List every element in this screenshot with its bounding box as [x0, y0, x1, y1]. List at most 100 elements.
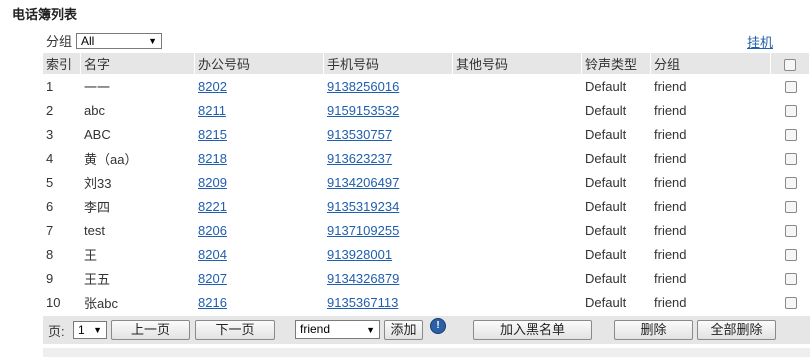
- group-filter-value: All: [81, 33, 95, 48]
- cell-index: 8: [43, 242, 81, 266]
- cell-mobile: 9134206497: [324, 170, 453, 194]
- office-number-link[interactable]: 8204: [198, 247, 227, 262]
- table-row: 9 王五 8207 9134326879 Default friend: [43, 266, 810, 290]
- cell-other: [453, 266, 582, 290]
- header-select-all: [771, 53, 810, 74]
- prev-page-button[interactable]: 上一页: [111, 320, 190, 340]
- cell-group: friend: [651, 98, 771, 122]
- page-label: 页:: [48, 324, 65, 339]
- cell-name: 王五: [81, 266, 195, 290]
- table-row: 6 李四 8221 9135319234 Default friend: [43, 194, 810, 218]
- cell-ring: Default: [582, 194, 651, 218]
- mobile-number-link[interactable]: 913623237: [327, 151, 392, 166]
- cell-office: 8221: [195, 194, 324, 218]
- cell-name: 李四: [81, 194, 195, 218]
- office-number-link[interactable]: 8206: [198, 223, 227, 238]
- office-number-link[interactable]: 8221: [198, 199, 227, 214]
- row-checkbox[interactable]: [784, 297, 797, 310]
- header-ring: 铃声类型: [582, 53, 651, 74]
- cell-other: [453, 242, 582, 266]
- row-checkbox[interactable]: [784, 225, 797, 238]
- hangup-link[interactable]: 挂机: [747, 32, 773, 51]
- mobile-number-link[interactable]: 9138256016: [327, 79, 399, 94]
- add-to-group-button[interactable]: 添加: [384, 320, 423, 340]
- cell-index: 6: [43, 194, 81, 218]
- office-number-link[interactable]: 8215: [198, 127, 227, 142]
- row-checkbox[interactable]: [784, 201, 797, 214]
- cell-name: 王: [81, 242, 195, 266]
- office-number-link[interactable]: 8218: [198, 151, 227, 166]
- chevron-down-icon: ▼: [148, 35, 158, 46]
- add-to-blacklist-button[interactable]: 加入黑名单: [473, 320, 592, 340]
- header-office: 办公号码: [195, 53, 324, 74]
- cell-other: [453, 194, 582, 218]
- cell-group: friend: [651, 218, 771, 242]
- cell-mobile: 913530757: [324, 122, 453, 146]
- chevron-down-icon: ▼: [366, 325, 375, 335]
- cell-group: friend: [651, 266, 771, 290]
- mobile-number-link[interactable]: 913530757: [327, 127, 392, 142]
- bottom-bar: [43, 348, 810, 357]
- cell-select: [771, 98, 810, 122]
- row-checkbox[interactable]: [784, 273, 797, 286]
- header-name: 名字: [81, 53, 195, 74]
- mobile-number-link[interactable]: 9134326879: [327, 271, 399, 286]
- cell-office: 8202: [195, 74, 324, 98]
- mobile-number-link[interactable]: 9135367113: [327, 295, 398, 310]
- row-checkbox[interactable]: [784, 105, 797, 118]
- cell-mobile: 9159153532: [324, 98, 453, 122]
- office-number-link[interactable]: 8216: [198, 295, 227, 310]
- mobile-number-link[interactable]: 9135319234: [327, 199, 399, 214]
- table-header-row: 索引 名字 办公号码 手机号码 其他号码 铃声类型 分组: [43, 53, 810, 74]
- cell-group: friend: [651, 146, 771, 170]
- group-filter-select[interactable]: All ▼: [76, 32, 163, 49]
- page-select-value: 1: [78, 323, 85, 337]
- cell-name: 黄（aa）: [81, 146, 195, 170]
- row-checkbox[interactable]: [784, 81, 797, 94]
- row-checkbox[interactable]: [784, 153, 797, 166]
- header-group: 分组: [651, 53, 771, 74]
- cell-mobile: 913623237: [324, 146, 453, 170]
- row-checkbox[interactable]: [784, 129, 797, 142]
- cell-ring: Default: [582, 98, 651, 122]
- office-number-link[interactable]: 8209: [198, 175, 227, 190]
- cell-group: friend: [651, 170, 771, 194]
- office-number-link[interactable]: 8202: [198, 79, 227, 94]
- cell-index: 9: [43, 266, 81, 290]
- cell-ring: Default: [582, 266, 651, 290]
- cell-other: [453, 146, 582, 170]
- cell-index: 1: [43, 74, 81, 98]
- cell-select: [771, 74, 810, 98]
- cell-select: [771, 266, 810, 290]
- cell-name: 刘33: [81, 170, 195, 194]
- mobile-number-link[interactable]: 913928001: [327, 247, 392, 262]
- cell-office: 8218: [195, 146, 324, 170]
- next-page-button[interactable]: 下一页: [195, 320, 275, 340]
- add-group-select-value: friend: [300, 322, 331, 336]
- pagination-toolbar: 页: 1 ▼ 上一页 下一页 friend ▼ 添加 ! 加入黑名单 删除 全部…: [43, 316, 810, 344]
- header-index: 索引: [43, 53, 81, 74]
- cell-select: [771, 170, 810, 194]
- info-icon[interactable]: !: [430, 318, 446, 334]
- cell-other: [453, 170, 582, 194]
- row-checkbox[interactable]: [784, 177, 797, 190]
- add-group-select[interactable]: friend ▼: [295, 320, 380, 339]
- cell-select: [771, 194, 810, 218]
- mobile-number-link[interactable]: 9137109255: [327, 223, 399, 238]
- select-all-checkbox[interactable]: [784, 58, 796, 71]
- cell-office: 8204: [195, 242, 324, 266]
- cell-other: [453, 74, 582, 98]
- office-number-link[interactable]: 8207: [198, 271, 227, 286]
- row-checkbox[interactable]: [784, 249, 797, 262]
- cell-select: [771, 242, 810, 266]
- page-select[interactable]: 1 ▼: [73, 321, 107, 339]
- delete-button[interactable]: 删除: [614, 320, 693, 340]
- delete-all-button[interactable]: 全部删除: [697, 320, 776, 340]
- cell-mobile: 9135319234: [324, 194, 453, 218]
- mobile-number-link[interactable]: 9159153532: [327, 103, 399, 118]
- office-number-link[interactable]: 8211: [198, 103, 226, 118]
- cell-other: [453, 98, 582, 122]
- mobile-number-link[interactable]: 9134206497: [327, 175, 399, 190]
- cell-name: 一一: [81, 74, 195, 98]
- group-filter-label: 分组: [46, 34, 73, 49]
